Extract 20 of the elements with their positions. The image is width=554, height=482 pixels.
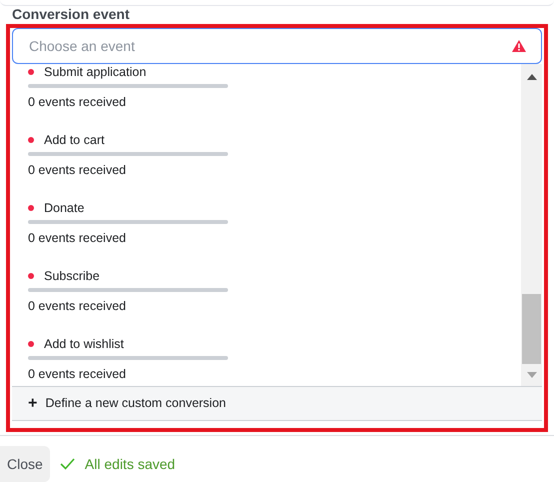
event-count: 0 events received <box>28 230 126 246</box>
event-count: 0 events received <box>28 94 126 110</box>
event-name[interactable]: Add to cart <box>44 130 104 150</box>
save-status: All edits saved <box>84 454 176 474</box>
event-name[interactable]: Donate <box>44 198 84 218</box>
search-field[interactable]: Choose an event <box>12 28 542 64</box>
scrollbar[interactable] <box>521 64 542 386</box>
event-name[interactable]: Subscribe <box>44 266 100 286</box>
define-custom-conversion-button[interactable]: + Define a new custom conversion <box>12 386 542 421</box>
scroll-down-icon[interactable] <box>526 372 536 378</box>
close-button[interactable]: Close <box>0 446 50 482</box>
field-label: Conversion event <box>11 6 130 22</box>
event-name[interactable]: Submit application <box>44 64 146 82</box>
event-count: 0 events received <box>28 298 126 314</box>
scroll-thumb[interactable] <box>522 294 541 364</box>
scroll-up-icon[interactable] <box>526 74 536 80</box>
check-icon <box>60 458 75 470</box>
event-count: 0 events received <box>28 366 126 382</box>
event-name[interactable]: Add to wishlist <box>44 334 124 354</box>
event-count: 0 events received <box>28 162 126 178</box>
